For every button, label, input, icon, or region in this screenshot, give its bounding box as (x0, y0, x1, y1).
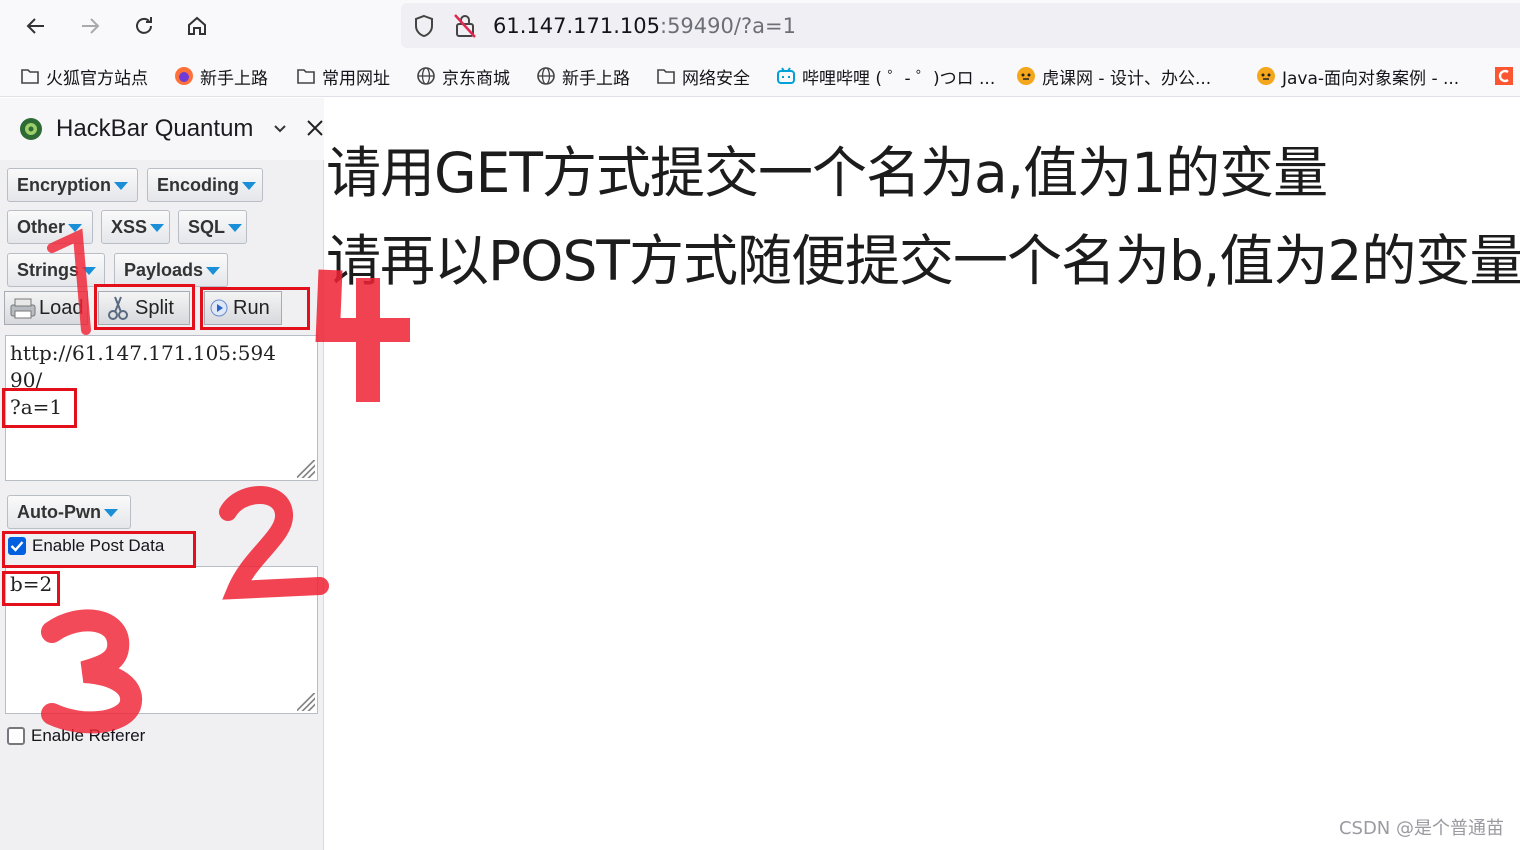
annotation-number-1 (47, 228, 91, 335)
annotation-number-4 (315, 269, 410, 402)
watermark: CSDN @是个普通苗 (1338, 818, 1504, 839)
annotation-number-2 (219, 486, 329, 600)
annotation-number-3 (41, 609, 143, 734)
step-annotations (41, 228, 410, 734)
